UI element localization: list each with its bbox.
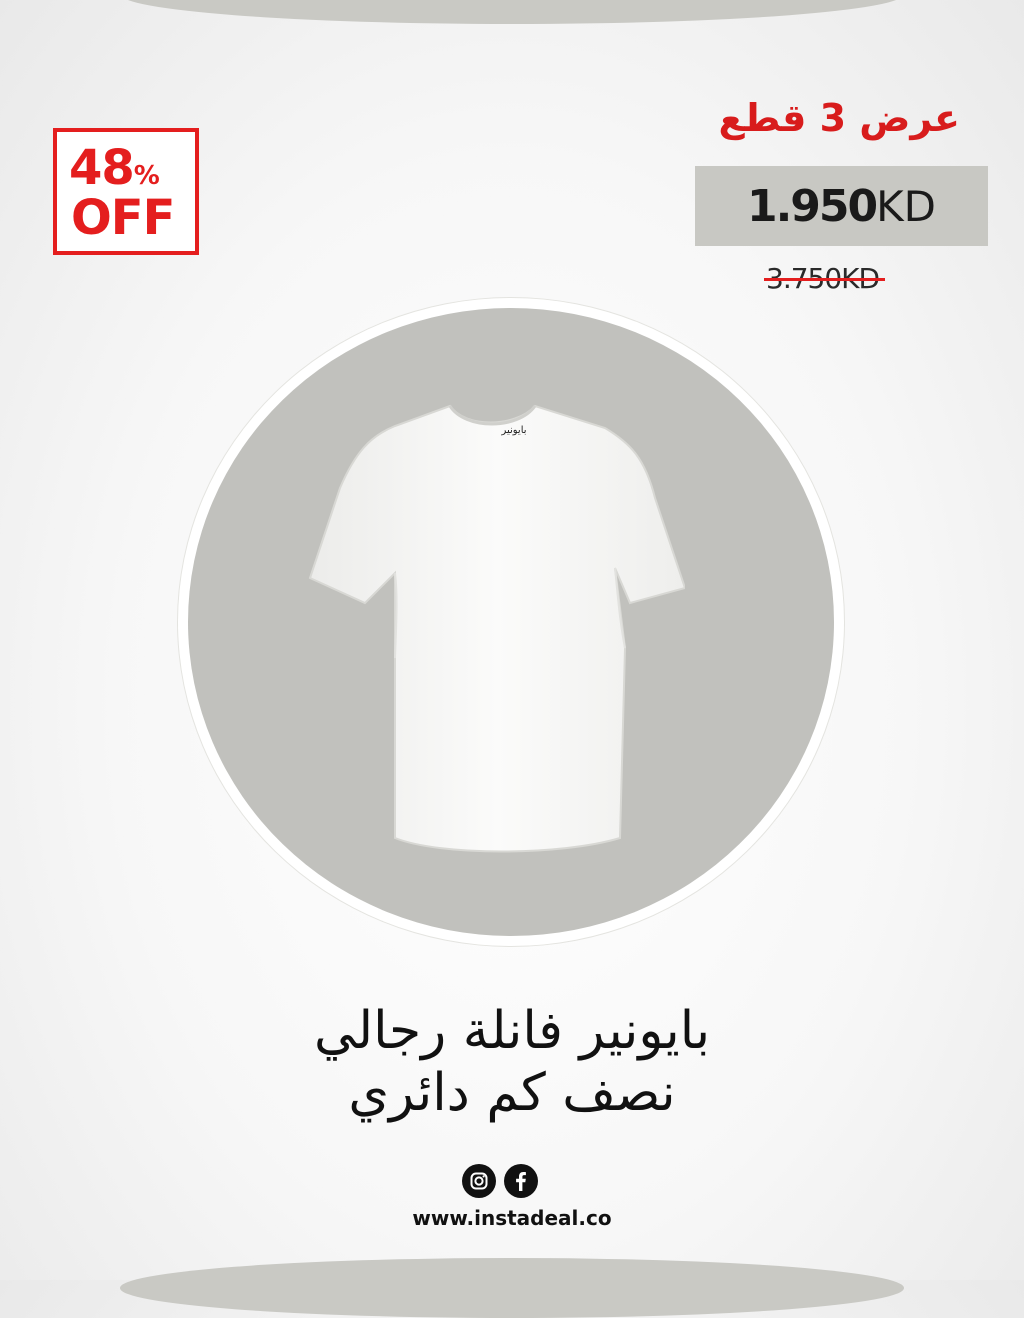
- shirt-brand-label: بايونير: [501, 425, 527, 436]
- offer-label: عرض 3 قطع: [718, 96, 961, 140]
- current-price-box: 1.950 KD: [695, 166, 988, 246]
- discount-off-label: OFF: [71, 190, 175, 246]
- old-price-strikethrough: [764, 278, 886, 281]
- website-link[interactable]: www.instadeal.co: [0, 1206, 1024, 1230]
- product-title: بايونير فانلة رجالي نصف كم دائري: [0, 1000, 1024, 1124]
- discount-percent: 48: [69, 140, 135, 196]
- current-price-amount: 1.950: [746, 180, 878, 232]
- product-title-line1: بايونير فانلة رجالي: [313, 1001, 711, 1061]
- bottom-decorative-arc: [120, 1258, 904, 1318]
- social-links: [462, 1164, 538, 1198]
- tshirt-image: [308, 404, 685, 853]
- top-decorative-arc: [120, 0, 904, 24]
- instagram-icon[interactable]: [462, 1164, 496, 1198]
- discount-percent-sign: %: [133, 161, 160, 191]
- current-price-currency: KD: [876, 181, 937, 231]
- discount-badge: 48% OFF: [53, 128, 199, 255]
- facebook-icon[interactable]: [504, 1164, 538, 1198]
- product-title-line2: نصف كم دائري: [348, 1063, 676, 1123]
- old-price: 3.750KD: [764, 262, 886, 295]
